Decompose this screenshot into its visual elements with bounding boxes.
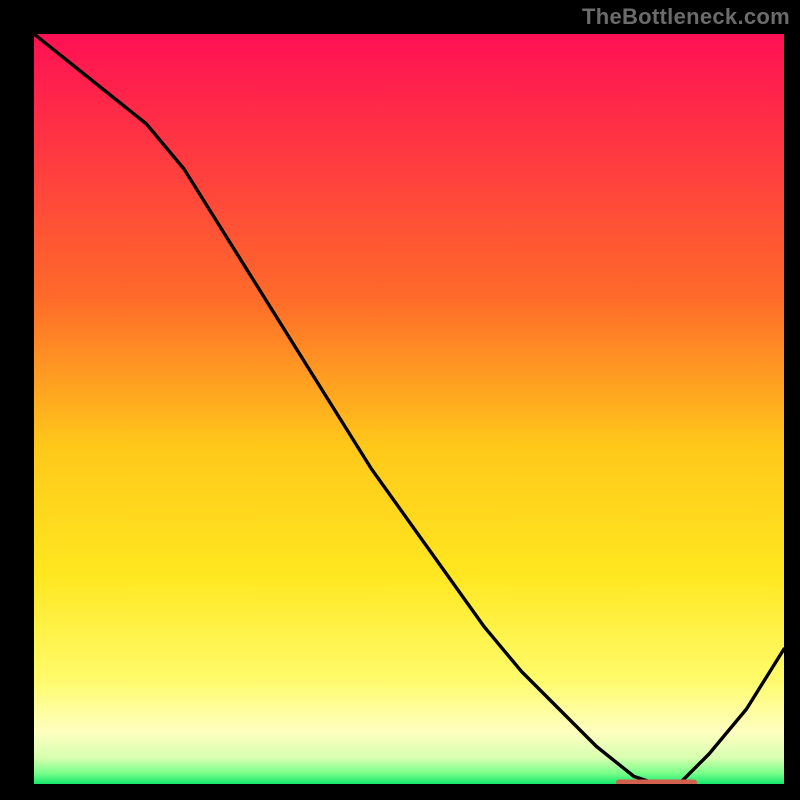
bottleneck-curve bbox=[34, 34, 784, 784]
attribution-text: TheBottleneck.com bbox=[582, 4, 790, 30]
chart-root: TheBottleneck.com bbox=[0, 0, 800, 800]
curve-layer bbox=[34, 34, 784, 784]
plot-area bbox=[34, 34, 784, 784]
